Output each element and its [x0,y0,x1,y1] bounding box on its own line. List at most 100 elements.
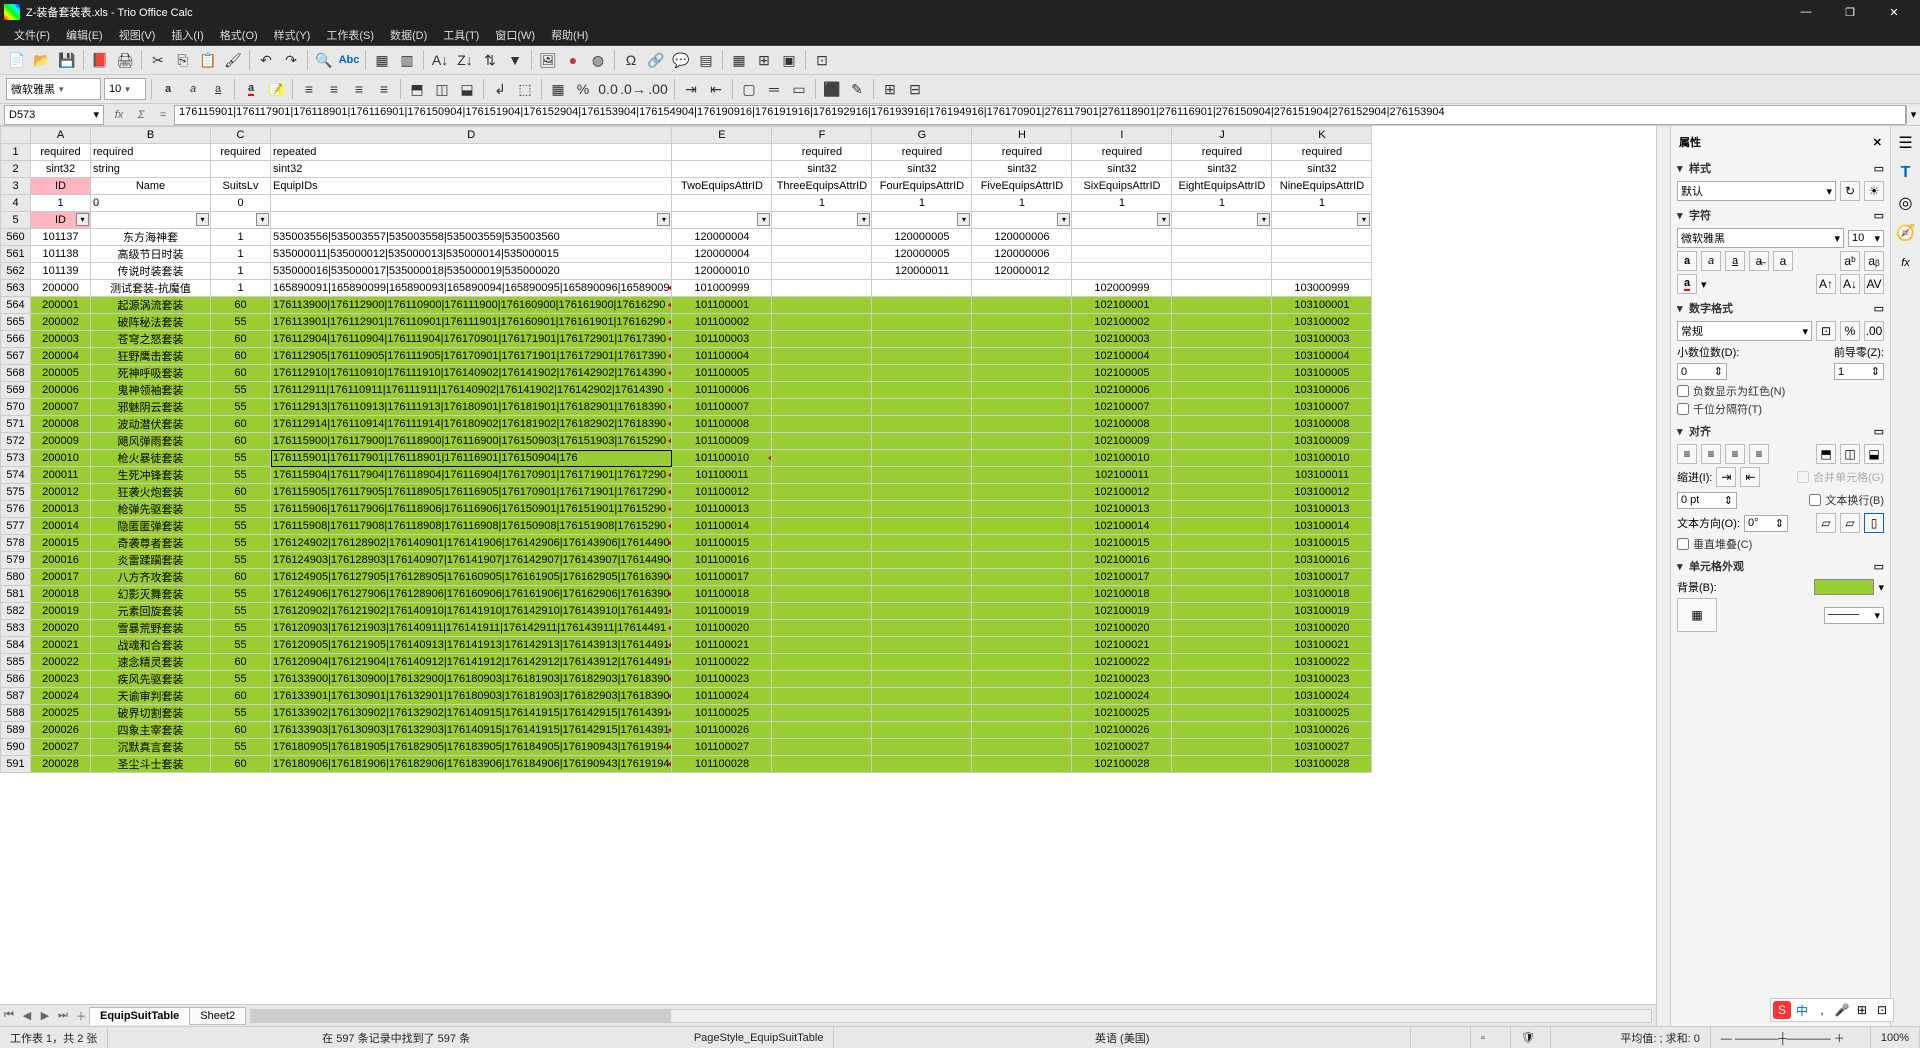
cell[interactable]: string [91,161,211,178]
row-header[interactable]: 577 [1,518,31,535]
cell[interactable] [271,195,672,212]
menu-styles[interactable]: 样式(Y) [266,25,319,45]
leading-spinner[interactable]: 1⇕ [1834,363,1884,380]
textdir-spinner[interactable]: 0°⇕ [1744,515,1788,532]
row-header[interactable]: 585 [1,654,31,671]
insert-rows-icon[interactable]: ⊞ [879,78,901,100]
row-header[interactable]: 583 [1,620,31,637]
row-header[interactable]: 580 [1,569,31,586]
cell[interactable]: 1 [1072,195,1172,212]
export-pdf-icon[interactable]: 📕 [89,49,111,71]
cell[interactable]: sint32 [872,161,972,178]
active-cell[interactable]: 176115901|176117901|176118901|176116901|… [271,450,672,467]
cell[interactable]: 176133903|176130903|176132903|176140915|… [271,722,672,739]
row-icon[interactable]: ▦ [371,49,393,71]
menu-help[interactable]: 帮助(H) [543,25,596,45]
italic-icon[interactable]: a [1701,251,1721,271]
valign-bottom-icon[interactable]: ⬓ [456,78,478,100]
filter-icon[interactable]: ▾ [657,213,670,226]
status-signature[interactable]: 🛡 [1511,1027,1551,1048]
sort-asc-icon[interactable]: A↓ [429,49,451,71]
row-header[interactable]: 574 [1,467,31,484]
zoom-value[interactable]: 100% [1871,1027,1920,1048]
align-left-icon[interactable]: ≡ [1677,444,1697,464]
row-header[interactable]: 575 [1,484,31,501]
tab-last-icon[interactable]: ⏭ [54,1009,72,1022]
underline-icon[interactable]: a [207,78,229,100]
filter-icon[interactable]: ▾ [256,213,269,226]
cell[interactable]: 176112905|176110905|176111905|176170901|… [271,348,672,365]
row-header[interactable]: 5 [1,212,31,229]
cell[interactable]: ▾ [211,212,271,229]
section-menu-icon[interactable]: ▭ [1874,302,1884,315]
cell[interactable]: required [972,144,1072,161]
filter-icon[interactable]: ▾ [1157,213,1170,226]
align-center-icon[interactable]: ≡ [323,78,345,100]
cell[interactable]: required [1272,144,1372,161]
redo-icon[interactable]: ↷ [280,49,302,71]
cell[interactable]: required [1072,144,1172,161]
decimal-dec-icon[interactable]: .00 [647,78,669,100]
freeze-icon[interactable]: ▦ [728,49,750,71]
indent-dec-icon[interactable]: ⇤ [705,78,727,100]
sort-desc-icon[interactable]: Z↓ [454,49,476,71]
cell[interactable]: 176180905|176181905|176182905|176183905|… [271,739,672,756]
cell[interactable]: 176115908|176117908|176118908|176116908|… [271,518,672,535]
cell[interactable]: 176133901|176130901|176132901|176180903|… [271,688,672,705]
wrap-text-icon[interactable]: ↲ [489,78,511,100]
indent-inc-icon[interactable]: ⇥ [1716,467,1736,487]
bold-icon[interactable]: a [1677,251,1697,271]
print-icon[interactable]: 🖨 [114,49,136,71]
menu-sheet[interactable]: 工作表(S) [318,25,382,45]
filter-icon[interactable]: ▾ [196,213,209,226]
valign-top-icon[interactable]: ⬒ [1816,444,1836,464]
cell[interactable]: sint32 [1172,161,1272,178]
bg-color-swatch[interactable] [1814,579,1874,595]
image-icon[interactable]: 🖼 [537,49,559,71]
formula-expand-icon[interactable]: ▾ [1906,106,1920,124]
status-insert[interactable] [1411,1027,1471,1048]
status-selection-mode[interactable]: ▫ [1471,1027,1511,1048]
cell[interactable]: 535003556|535003557|535003558|535003559|… [271,229,672,246]
header-footer-icon[interactable]: ▤ [695,49,717,71]
cell[interactable]: 176124905|176127905|176128905|176160905|… [271,569,672,586]
grow-font-icon[interactable]: A↑ [1816,274,1836,294]
row-header[interactable]: 582 [1,603,31,620]
cell[interactable]: 1 [1272,195,1372,212]
row-header[interactable]: 564 [1,297,31,314]
row-header[interactable]: 569 [1,382,31,399]
cell[interactable]: 176115904|176117904|176118904|176116904|… [271,467,672,484]
menu-view[interactable]: 视图(V) [111,25,164,45]
font-color-icon[interactable]: a [1677,274,1697,294]
align-justify-icon[interactable]: ≡ [1749,444,1769,464]
cell[interactable]: ▾ [271,212,672,229]
navigator-tab-icon[interactable]: 🧭 [1895,222,1917,244]
cell[interactable]: required [91,144,211,161]
cell[interactable]: 1 [872,195,972,212]
cell[interactable]: 176112904|176110904|176111904|176170901|… [271,331,672,348]
underline-icon[interactable]: a [1725,251,1745,271]
row-header[interactable]: 589 [1,722,31,739]
section-menu-icon[interactable]: ▭ [1874,209,1884,222]
highlight-color-icon[interactable]: 📝 [265,78,287,100]
section-menu-icon[interactable]: ▭ [1874,162,1884,175]
cell[interactable]: required [211,144,271,161]
cell[interactable]: 535000011|535000012|535000013|535000014|… [271,246,672,263]
comment-icon[interactable]: 💬 [670,49,692,71]
cell[interactable] [672,161,772,178]
strike-icon[interactable]: a̶ [1749,251,1769,271]
cell[interactable]: 176180906|176181906|176182906|176183906|… [271,756,672,773]
row-header[interactable]: 561 [1,246,31,263]
filter-icon[interactable]: ▾ [1257,213,1270,226]
row-header[interactable]: 587 [1,688,31,705]
align-justify-icon[interactable]: ≡ [373,78,395,100]
style-combo[interactable]: 默认▾ [1677,181,1836,201]
status-lang[interactable]: 英语 (美国) [834,1027,1410,1048]
row-header[interactable]: 566 [1,331,31,348]
cell[interactable]: ▾ [1272,212,1372,229]
indent-dec-icon[interactable]: ⇤ [1740,467,1760,487]
textdir-rtl-icon[interactable]: ▱ [1840,513,1860,533]
cell[interactable]: 176112913|176110913|176111913|176180901|… [271,399,672,416]
shrink-font-icon[interactable]: A↓ [1840,274,1860,294]
save-icon[interactable]: 💾 [56,49,78,71]
